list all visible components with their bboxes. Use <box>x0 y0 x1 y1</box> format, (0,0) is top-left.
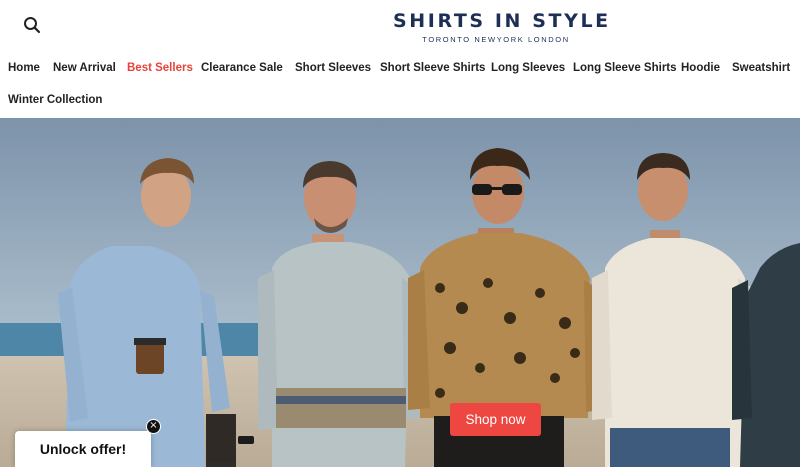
nav-item-hoodie[interactable]: Hoodie <box>681 58 720 78</box>
nav-item-clearance-sale[interactable]: Clearance Sale <box>201 58 283 78</box>
hero-image <box>0 118 800 467</box>
nav-item-new-arrival[interactable]: New Arrival <box>53 58 116 78</box>
hero-banner[interactable] <box>0 118 800 467</box>
nav-item-long-sleeves[interactable]: Long Sleeves <box>491 58 565 78</box>
unlock-offer-button[interactable]: Unlock offer! <box>15 431 151 467</box>
search-icon <box>24 17 41 34</box>
shop-now-button[interactable]: Shop now <box>450 403 541 436</box>
brand-name: SHIRTS IN STYLE <box>393 10 611 32</box>
close-icon[interactable]: × <box>146 419 161 434</box>
nav-item-sweatshirt[interactable]: Sweatshirt <box>732 58 790 78</box>
brand-tagline: TORONTO NEWYORK LONDON <box>422 35 570 44</box>
nav-item-winter-collection[interactable]: Winter Collection <box>8 90 102 110</box>
nav-item-long-sleeve-shirts[interactable]: Long Sleeve Shirts <box>573 58 677 78</box>
top-header: SHIRTS IN STYLE TORONTO NEWYORK LONDON <box>0 0 800 52</box>
search-button[interactable] <box>22 15 42 35</box>
book <box>207 414 235 462</box>
brand-logo[interactable]: SHIRTS IN STYLE TORONTO NEWYORK LONDON <box>393 8 611 45</box>
nav-item-best-sellers[interactable]: Best Sellers <box>127 58 193 78</box>
nav-item-home[interactable]: Home <box>8 58 40 78</box>
nav-item-short-sleeve-shirts[interactable]: Short Sleeve Shirts <box>380 58 485 78</box>
wristwatch <box>238 436 254 444</box>
nav-item-short-sleeves[interactable]: Short Sleeves <box>295 58 371 78</box>
